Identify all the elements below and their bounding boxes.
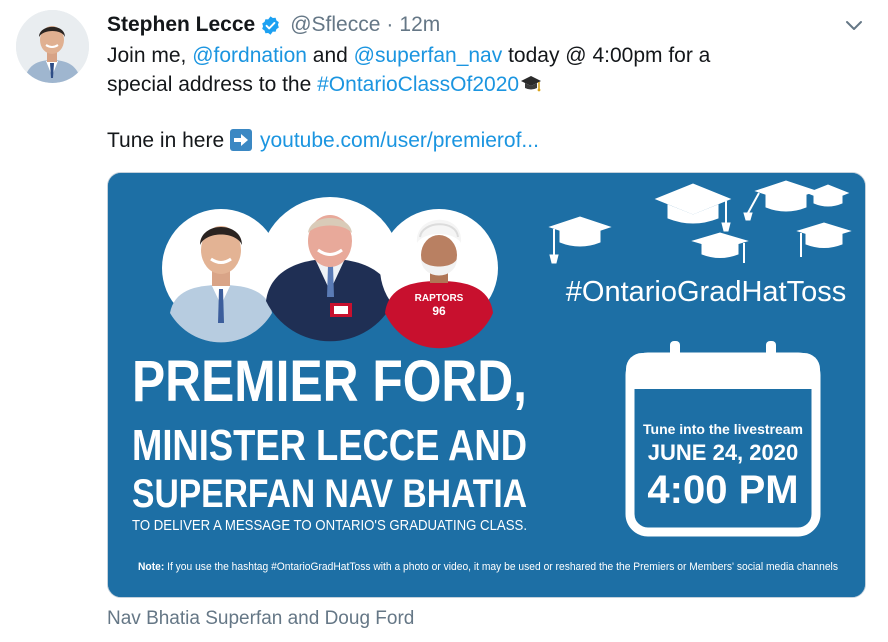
headline-line-1: PREMIER FORD, — [132, 349, 527, 414]
tweet-line-3: Tune in here youtube.com/user/premierof.… — [107, 126, 847, 155]
avatar-photo — [16, 10, 89, 83]
mention-fordnation[interactable]: @fordnation — [192, 44, 307, 67]
card-hashtag: #OntarioGradHatToss — [566, 276, 846, 308]
headline-line-3: SUPERFAN NAV BHATIA — [132, 472, 527, 516]
calendar-date: JUNE 24, 2020 — [648, 440, 798, 465]
calendar-time: 4:00 PM — [647, 468, 798, 512]
calendar-intro: Tune into the livestream — [643, 421, 803, 437]
text-span: special address to the — [107, 73, 318, 96]
avatar[interactable] — [16, 10, 89, 83]
card-note: Note: If you use the hashtag #OntarioGra… — [138, 561, 838, 573]
tweet-line-1: Join me, @fordnation and @superfan_nav t… — [107, 41, 847, 70]
headline-subline: TO DELIVER A MESSAGE TO ONTARIO'S GRADUA… — [132, 517, 527, 534]
tweet-line-2: special address to the #OntarioClassOf20… — [107, 70, 847, 99]
jersey-word: RAPTORS — [415, 293, 464, 304]
note-label: Note: — [138, 561, 164, 573]
text-span: and — [306, 44, 354, 67]
portrait-bhatia: RAPTORS 96 — [380, 209, 498, 349]
headline-line-2: MINISTER LECCE AND — [132, 421, 527, 470]
verified-badge-icon — [260, 15, 281, 36]
right-arrow-icon — [229, 129, 252, 151]
portrait-ford — [259, 197, 401, 342]
external-link[interactable]: youtube.com/user/premierof... — [260, 129, 539, 152]
text-span: Join me, — [107, 44, 193, 67]
mention-superfan-nav[interactable]: @superfan_nav — [354, 44, 503, 67]
note-text: If you use the hashtag #OntarioGradHatTo… — [164, 561, 838, 573]
text-span: today @ 4:00pm for a — [502, 44, 711, 67]
author-handle[interactable]: @Sflecce — [290, 13, 380, 37]
jersey-number: 96 — [432, 304, 446, 318]
separator-dot: · — [386, 13, 394, 36]
tweet-timestamp[interactable]: 12m — [399, 13, 440, 37]
tweet-text: Join me, @fordnation and @superfan_nav t… — [107, 41, 847, 155]
graduation-cap-icon — [520, 72, 542, 94]
hashtag-link[interactable]: #OntarioClassOf2020 — [317, 73, 519, 96]
announcement-graphic: RAPTORS 96 #OntarioGradHatToss PREMIER F… — [108, 173, 865, 597]
media-image-card[interactable]: RAPTORS 96 #OntarioGradHatToss PREMIER F… — [107, 172, 866, 598]
image-caption: Nav Bhatia Superfan and Doug Ford — [107, 608, 415, 629]
tweet-header: Stephen Lecce @Sflecce · 12m — [107, 9, 440, 41]
author-name[interactable]: Stephen Lecce — [107, 13, 255, 37]
text-span: Tune in here — [107, 129, 230, 152]
chevron-down-icon[interactable] — [843, 14, 865, 36]
